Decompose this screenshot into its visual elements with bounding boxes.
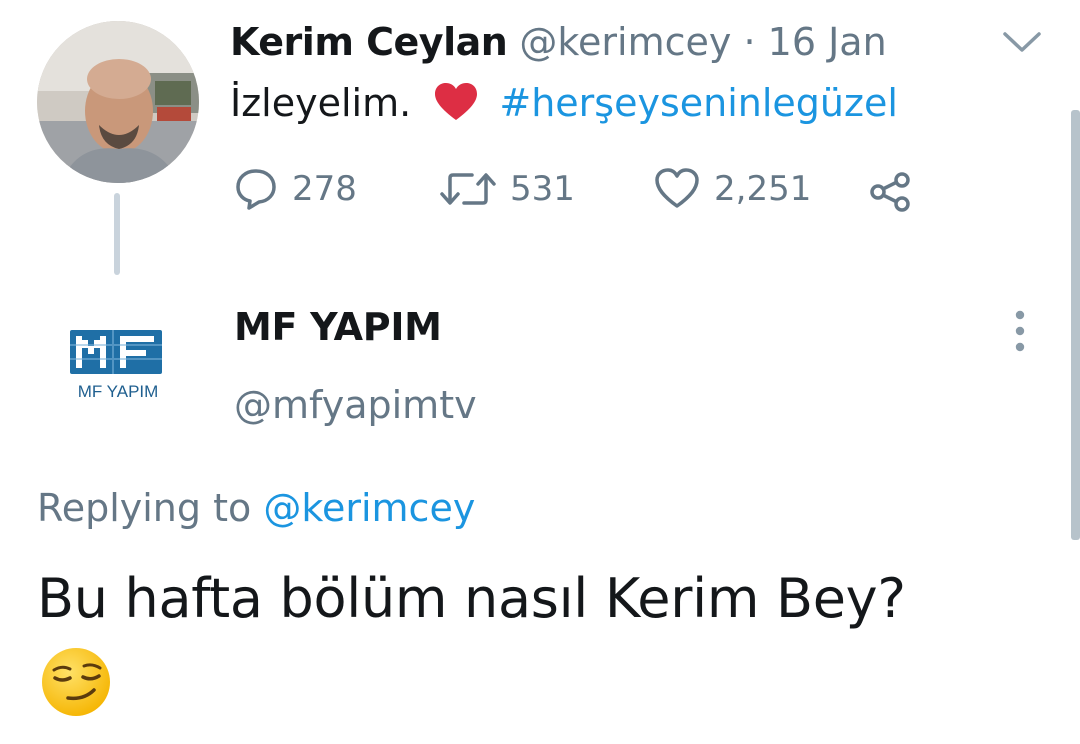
thread-connector <box>114 193 120 275</box>
replying-to: Replying to @kerimcey <box>37 482 475 534</box>
like-action[interactable]: 2,251 <box>654 166 811 212</box>
reply-icon <box>236 169 276 210</box>
reply-author-name[interactable]: MF YAPIM <box>234 302 442 352</box>
chevron-down-icon[interactable] <box>1002 30 1042 54</box>
retweet-action[interactable]: 531 <box>440 166 575 212</box>
replying-to-label: Replying to <box>37 486 252 530</box>
retweet-icon <box>440 173 496 205</box>
share-icon[interactable] <box>868 168 914 214</box>
author-avatar[interactable] <box>37 21 199 183</box>
retweet-count: 531 <box>510 169 575 209</box>
avatar-photo <box>37 21 199 183</box>
reply-count: 278 <box>292 169 357 209</box>
more-options-icon[interactable] <box>1008 308 1032 354</box>
red-heart-icon <box>435 83 478 120</box>
reply-text: Bu hafta bölüm nasıl Kerim Bey? <box>37 567 906 630</box>
tweet-header: Kerim Ceylan @kerimcey · 16 Jan <box>230 18 887 66</box>
header-separator: · <box>743 20 756 64</box>
mf-yapim-logo: MF YAPIM <box>48 296 188 436</box>
scrollbar[interactable] <box>1071 110 1080 540</box>
tweet-text: İzleyelim. #herşeyseninlegüzel <box>230 78 898 128</box>
replying-to-handle[interactable]: @kerimcey <box>263 486 475 530</box>
tweet-text-body: İzleyelim. <box>230 81 412 125</box>
author-name[interactable]: Kerim Ceylan <box>230 20 508 64</box>
logo-wordmark: MF YAPIM <box>78 382 159 401</box>
like-count: 2,251 <box>714 169 812 209</box>
reply-author-handle[interactable]: @mfyapimtv <box>234 380 477 430</box>
reply-action[interactable]: 278 <box>234 166 357 212</box>
heart-icon <box>655 168 699 208</box>
author-handle[interactable]: @kerimcey <box>519 20 731 64</box>
smirking-face-icon <box>42 648 110 716</box>
reply-author-avatar[interactable]: MF YAPIM <box>48 296 188 436</box>
hashtag-link[interactable]: #herşeyseninlegüzel <box>499 81 898 125</box>
tweet-timestamp[interactable]: 16 Jan <box>768 20 887 64</box>
